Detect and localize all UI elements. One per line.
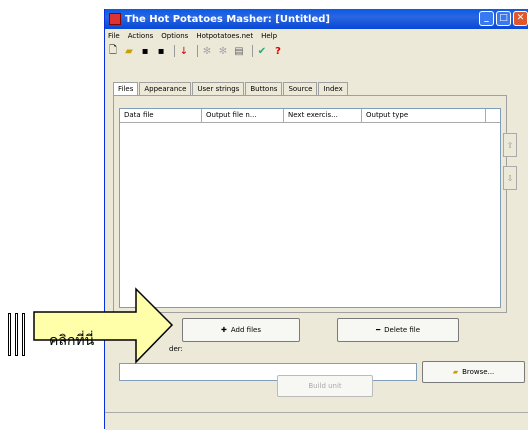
minus-icon: ━ bbox=[375, 326, 381, 334]
move-up-button[interactable]: ⇧ bbox=[503, 133, 517, 157]
open-icon[interactable]: ▰ bbox=[123, 46, 135, 57]
down-arrow-icon: ⇩ bbox=[506, 174, 514, 183]
callout-bar bbox=[22, 313, 25, 356]
title-bar: The Hot Potatoes Masher: [Untitled] _ □ … bbox=[105, 9, 528, 29]
menu-bar: File Actions Options Hotpotatoes.net Hel… bbox=[105, 29, 528, 43]
callout-bar bbox=[8, 313, 11, 356]
tab-user-strings[interactable]: User strings bbox=[192, 82, 245, 95]
app-icon bbox=[109, 13, 121, 25]
tab-source[interactable]: Source bbox=[283, 82, 318, 95]
up-arrow-icon: ⇧ bbox=[506, 141, 514, 150]
menu-file[interactable]: File bbox=[108, 32, 120, 40]
add-files-button[interactable]: ✚ Add files bbox=[182, 318, 300, 342]
down-arrow-icon[interactable]: ↓ bbox=[178, 46, 190, 57]
file-list[interactable]: Data file Output file n... Next exercis.… bbox=[119, 108, 501, 308]
tab-strip: Files Appearance User strings Buttons So… bbox=[113, 82, 349, 95]
save-as-icon[interactable]: ▪ bbox=[155, 46, 167, 57]
copy-icon[interactable]: ▤ bbox=[233, 46, 245, 57]
minimize-button[interactable]: _ bbox=[479, 11, 494, 26]
maximize-button[interactable]: □ bbox=[496, 11, 511, 26]
browse-button[interactable]: ▰ Browse... bbox=[422, 361, 525, 383]
files-panel: Data file Output file n... Next exercis.… bbox=[113, 95, 507, 313]
callout-bar bbox=[15, 313, 18, 356]
callout-arrow bbox=[33, 287, 174, 364]
menu-actions[interactable]: Actions bbox=[128, 32, 154, 40]
tab-appearance[interactable]: Appearance bbox=[139, 82, 192, 95]
new-icon[interactable]: 🗋 bbox=[107, 43, 119, 60]
column-header-output-type[interactable]: Output type bbox=[362, 109, 486, 122]
build-unit-label: Build unit bbox=[308, 382, 342, 390]
tab-index[interactable]: Index bbox=[318, 82, 348, 95]
folder-icon: ▰ bbox=[452, 368, 459, 376]
build-unit-button[interactable]: Build unit bbox=[277, 375, 373, 397]
tab-files[interactable]: Files bbox=[113, 82, 139, 95]
masher-window: The Hot Potatoes Masher: [Untitled] _ □ … bbox=[104, 9, 528, 430]
delete-file-label: Delete file bbox=[384, 326, 421, 334]
help-icon[interactable]: ? bbox=[272, 46, 284, 57]
save-icon[interactable]: ▪ bbox=[139, 46, 151, 57]
list-header: Data file Output file n... Next exercis.… bbox=[120, 109, 500, 123]
delete-file-button[interactable]: ━ Delete file bbox=[337, 318, 459, 342]
gear-icon[interactable]: ✻ bbox=[201, 46, 213, 57]
column-header-output-file[interactable]: Output file n... bbox=[202, 109, 284, 122]
menu-help[interactable]: Help bbox=[261, 32, 277, 40]
callout-text: คลิกที่นี่ bbox=[49, 333, 95, 349]
toolbar-separator bbox=[174, 45, 175, 57]
toolbar-separator bbox=[252, 45, 253, 57]
status-bar bbox=[105, 412, 528, 430]
menu-options[interactable]: Options bbox=[161, 32, 188, 40]
plus-icon: ✚ bbox=[221, 326, 227, 334]
move-down-button[interactable]: ⇩ bbox=[503, 166, 517, 190]
add-files-label: Add files bbox=[230, 326, 261, 334]
gear-icon[interactable]: ✻ bbox=[217, 46, 229, 57]
window-title: The Hot Potatoes Masher: [Untitled] bbox=[125, 13, 330, 25]
tab-buttons[interactable]: Buttons bbox=[245, 82, 283, 95]
toolbar: 🗋 ▰ ▪ ▪ ↓ ✻ ✻ ▤ ✔ ? bbox=[107, 43, 288, 59]
toolbar-separator bbox=[197, 45, 198, 57]
column-header-data-file[interactable]: Data file bbox=[120, 109, 202, 122]
browse-label: Browse... bbox=[462, 368, 495, 376]
window-controls: _ □ ✕ bbox=[479, 11, 528, 26]
menu-hotpotatoes-net[interactable]: Hotpotatoes.net bbox=[196, 32, 253, 40]
column-header-next-exercise[interactable]: Next exercis... bbox=[284, 109, 362, 122]
close-button[interactable]: ✕ bbox=[513, 11, 528, 26]
web-icon[interactable]: ✔ bbox=[256, 46, 268, 57]
